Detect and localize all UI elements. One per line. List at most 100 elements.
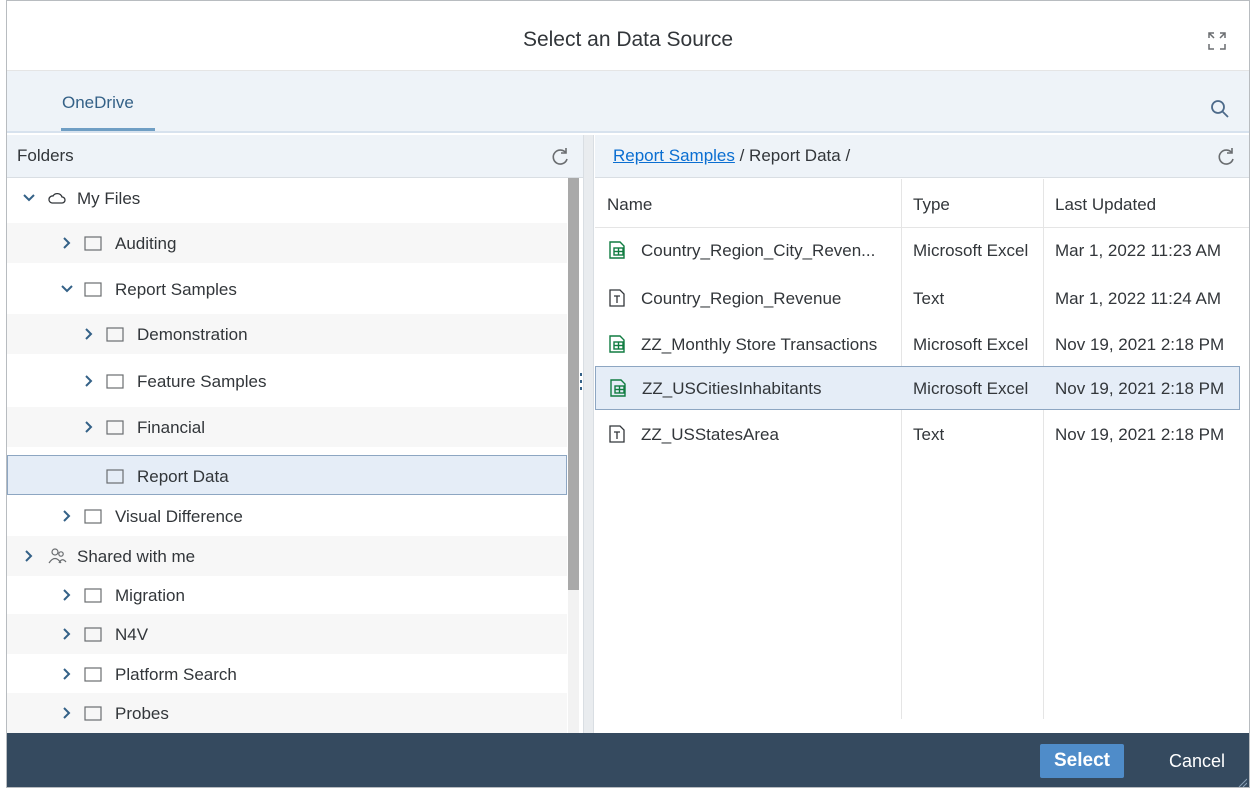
folder-icon bbox=[84, 627, 102, 642]
folders-header: Folders bbox=[7, 135, 583, 178]
tree-item-label: Financial bbox=[137, 418, 206, 437]
file-updated: Nov 19, 2021 2:18 PM bbox=[1055, 425, 1225, 444]
dialog-title-bar: Select an Data Source bbox=[7, 1, 1249, 71]
folder-icon bbox=[106, 469, 124, 484]
file-updated: Mar 1, 2022 11:24 AM bbox=[1055, 289, 1222, 308]
cloud-icon bbox=[48, 192, 66, 204]
file-type: Microsoft Excel bbox=[913, 241, 1029, 260]
chevron-right-icon[interactable] bbox=[81, 419, 97, 435]
file-table: Name Type Last Updated Country_Region_Ci… bbox=[595, 179, 1249, 719]
folder-icon bbox=[84, 282, 102, 297]
file-row[interactable]: Country_Region_City_Reven... Microsoft E… bbox=[595, 229, 1240, 273]
tree-item-report-samples[interactable]: Report Samples bbox=[7, 269, 567, 309]
shared-users-icon bbox=[48, 548, 67, 564]
chevron-right-icon[interactable] bbox=[59, 626, 75, 642]
tab-onedrive[interactable]: OneDrive bbox=[62, 93, 134, 113]
file-type: Text bbox=[913, 289, 945, 308]
file-row[interactable]: ZZ_USCitiesInhabitants Microsoft Excel N… bbox=[595, 366, 1240, 410]
tree-item-label: My Files bbox=[77, 189, 141, 208]
file-name: Country_Region_City_Reven... bbox=[641, 241, 876, 260]
chevron-right-icon[interactable] bbox=[59, 235, 75, 251]
pane-splitter[interactable] bbox=[580, 135, 594, 733]
tree-item-my-files[interactable]: My Files bbox=[7, 178, 567, 218]
breadcrumb-link-report-samples[interactable]: Report Samples bbox=[613, 146, 735, 165]
folder-icon bbox=[106, 327, 124, 342]
chevron-down-icon[interactable] bbox=[21, 190, 37, 206]
chevron-right-icon[interactable] bbox=[59, 587, 75, 603]
folder-icon bbox=[84, 667, 102, 682]
chevron-right-icon[interactable] bbox=[21, 548, 37, 564]
file-row[interactable]: ZZ_Monthly Store Transactions Microsoft … bbox=[595, 323, 1240, 367]
select-data-source-dialog: Select an Data Source OneDrive Folders M… bbox=[6, 0, 1250, 788]
folder-tree-scrollbar[interactable] bbox=[568, 178, 579, 733]
tree-item-probes[interactable]: Probes bbox=[7, 693, 567, 733]
file-row[interactable]: Country_Region_Revenue Text Mar 1, 2022 … bbox=[595, 277, 1240, 321]
tree-item-platform-search[interactable]: Platform Search bbox=[7, 654, 567, 694]
tree-item-auditing[interactable]: Auditing bbox=[7, 223, 567, 263]
chevron-right-icon[interactable] bbox=[59, 705, 75, 721]
files-header: Report Samples / Report Data / bbox=[595, 135, 1249, 178]
refresh-icon[interactable] bbox=[549, 146, 571, 168]
chevron-right-icon[interactable] bbox=[81, 326, 97, 342]
chevron-right-icon[interactable] bbox=[59, 666, 75, 682]
file-name: ZZ_USStatesArea bbox=[641, 425, 779, 444]
tree-item-demonstration[interactable]: Demonstration bbox=[7, 314, 567, 354]
grip-dots-icon[interactable] bbox=[580, 373, 583, 391]
tree-item-label: Feature Samples bbox=[137, 372, 267, 391]
folders-header-label: Folders bbox=[17, 146, 74, 165]
folder-icon bbox=[106, 374, 124, 389]
folder-tree: My Files Auditing Report Samples Demonst… bbox=[7, 178, 567, 733]
excel-file-icon bbox=[609, 241, 625, 259]
excel-file-icon bbox=[610, 379, 626, 397]
chevron-right-icon[interactable] bbox=[59, 508, 75, 524]
tree-item-label: Demonstration bbox=[137, 325, 248, 344]
tree-item-label: Migration bbox=[115, 586, 185, 605]
tree-item-label: Platform Search bbox=[115, 665, 237, 684]
file-name: ZZ_Monthly Store Transactions bbox=[641, 335, 878, 354]
folder-icon bbox=[106, 420, 124, 435]
source-tab-bar: OneDrive bbox=[7, 71, 1249, 133]
resize-grip-icon[interactable] bbox=[1237, 777, 1247, 787]
folder-icon bbox=[84, 706, 102, 721]
dialog-footer: Select Cancel bbox=[7, 733, 1249, 787]
tree-item-label: Visual Difference bbox=[115, 507, 243, 526]
file-type: Microsoft Excel bbox=[913, 335, 1029, 354]
tree-item-label: Shared with me bbox=[77, 547, 196, 566]
search-icon[interactable] bbox=[1209, 98, 1231, 120]
chevron-right-icon[interactable] bbox=[81, 373, 97, 389]
cancel-button[interactable]: Cancel bbox=[1157, 744, 1237, 778]
scrollbar-thumb[interactable] bbox=[568, 178, 579, 590]
folder-icon bbox=[84, 509, 102, 524]
chevron-down-icon[interactable] bbox=[59, 281, 75, 297]
column-header-type[interactable]: Type bbox=[913, 195, 950, 215]
active-tab-indicator bbox=[61, 128, 155, 131]
column-header-name[interactable]: Name bbox=[607, 195, 652, 215]
folder-icon bbox=[84, 588, 102, 603]
file-updated: Nov 19, 2021 2:18 PM bbox=[1055, 379, 1225, 398]
file-name: Country_Region_Revenue bbox=[641, 289, 842, 308]
tree-item-n4v[interactable]: N4V bbox=[7, 614, 567, 654]
text-file-icon bbox=[609, 289, 625, 307]
dialog-title: Select an Data Source bbox=[522, 28, 734, 51]
folder-icon bbox=[84, 236, 102, 251]
tree-item-visual-difference[interactable]: Visual Difference bbox=[7, 496, 567, 536]
files-pane: Report Samples / Report Data / Name Type… bbox=[595, 135, 1249, 733]
text-file-icon bbox=[609, 425, 625, 443]
refresh-icon[interactable] bbox=[1215, 146, 1237, 168]
tree-item-feature-samples[interactable]: Feature Samples bbox=[7, 361, 567, 401]
tree-item-financial[interactable]: Financial bbox=[7, 407, 567, 447]
breadcrumb-current: / Report Data / bbox=[734, 146, 851, 165]
tree-item-label: Report Data bbox=[137, 467, 229, 486]
folders-pane: Folders My Files Auditing Report Samples bbox=[7, 135, 583, 733]
file-row[interactable]: ZZ_USStatesArea Text Nov 19, 2021 2:18 P… bbox=[595, 413, 1240, 457]
select-button[interactable]: Select bbox=[1040, 744, 1124, 778]
excel-file-icon bbox=[609, 335, 625, 353]
tree-item-label: Probes bbox=[115, 704, 169, 723]
breadcrumb: Report Samples / Report Data / bbox=[613, 146, 850, 166]
tree-item-report-data[interactable]: Report Data bbox=[7, 455, 567, 495]
column-header-last-updated[interactable]: Last Updated bbox=[1055, 195, 1156, 215]
tree-item-shared-with-me[interactable]: Shared with me bbox=[7, 536, 567, 576]
tree-item-migration[interactable]: Migration bbox=[7, 575, 567, 615]
maximize-icon[interactable] bbox=[1205, 29, 1229, 53]
file-type: Text bbox=[913, 425, 945, 444]
